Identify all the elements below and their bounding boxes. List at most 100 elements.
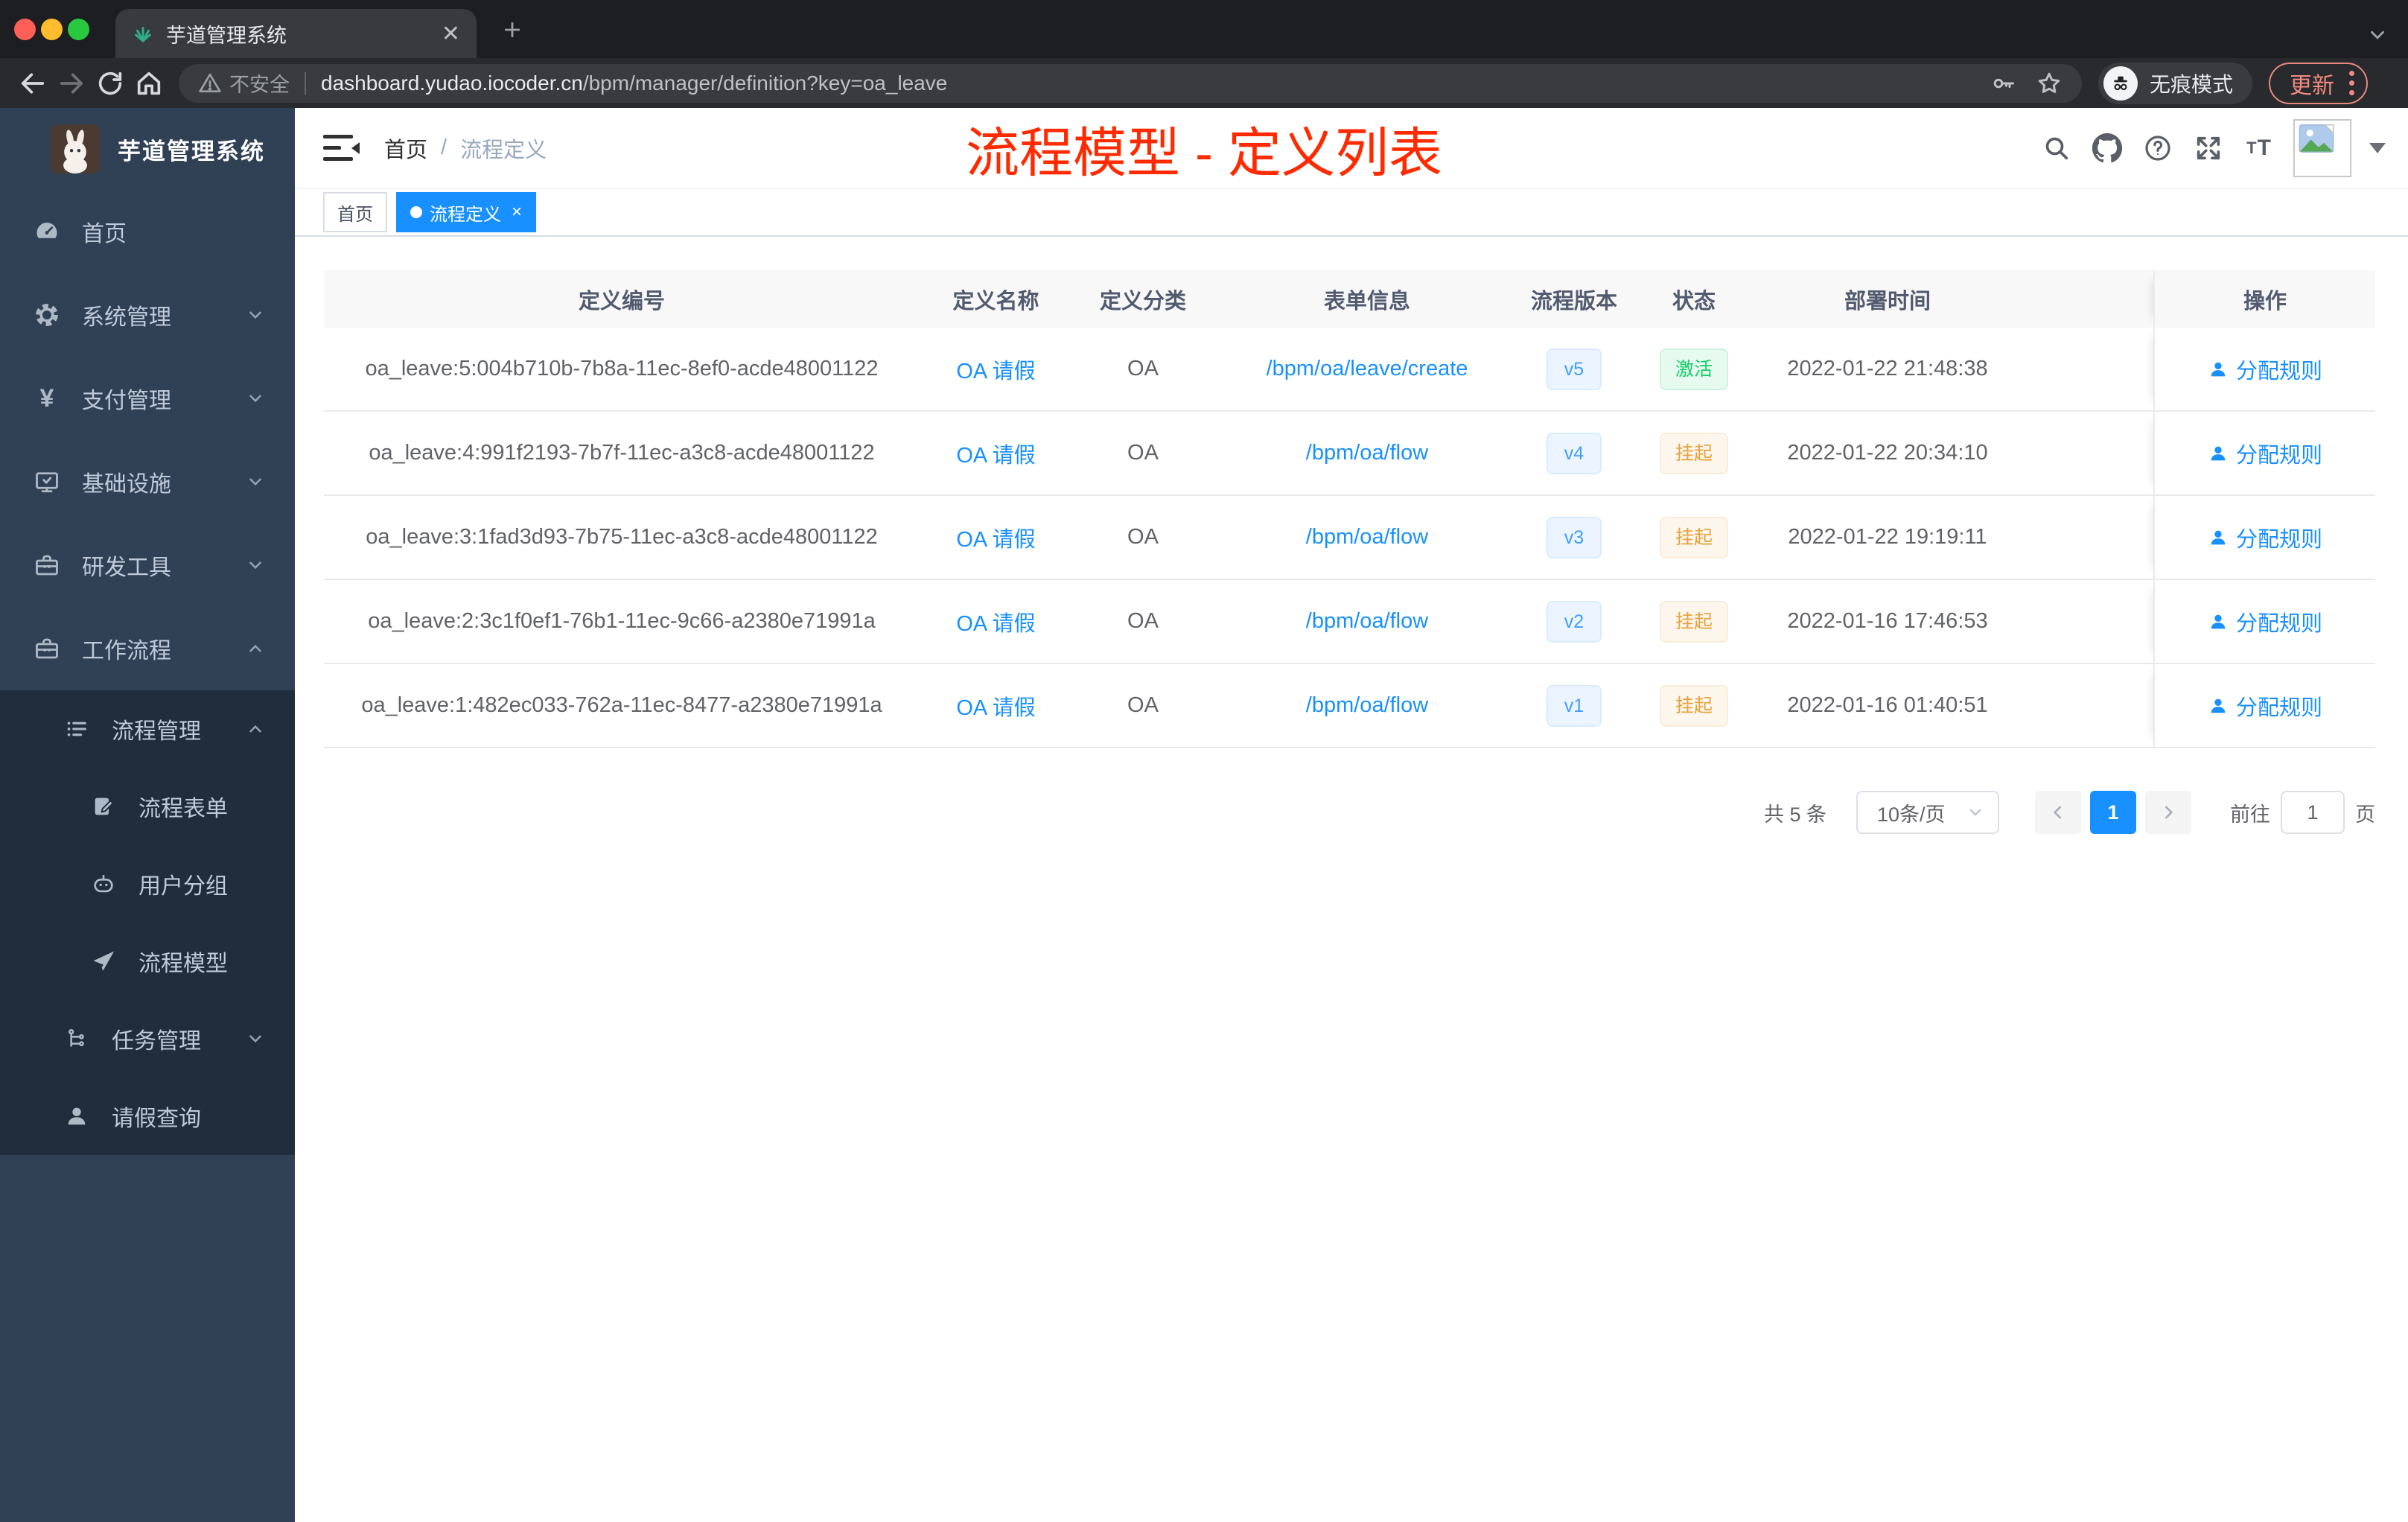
definition-name-link[interactable]: OA 请假 <box>956 444 1035 468</box>
reload-icon[interactable] <box>91 64 130 103</box>
pagination-total: 共 5 条 <box>1763 803 1826 826</box>
window-minimize-light[interactable] <box>41 19 63 40</box>
sidebar-item-process-management[interactable]: 流程管理 <box>0 690 295 768</box>
breadcrumb-separator: / <box>441 136 447 159</box>
gear-icon <box>33 302 61 328</box>
browser-menu-icon[interactable] <box>2349 71 2355 95</box>
address-bar[interactable]: 不安全 dashboard.yudao.iocoder.cn/bpm/manag… <box>179 63 2082 103</box>
sidebar-item-leave-query[interactable]: 请假查询 <box>0 1077 295 1155</box>
column-header: 定义编号 <box>578 289 665 313</box>
chevron-up-icon <box>246 639 265 658</box>
sidebar-item-process-form[interactable]: 流程表单 <box>0 768 295 845</box>
breadcrumb-current: 流程定义 <box>460 138 547 162</box>
security-label: 不安全 <box>229 74 290 96</box>
assign-rule-link[interactable]: 分配规则 <box>2208 438 2322 469</box>
github-icon[interactable] <box>2091 132 2124 165</box>
definition-category: OA <box>1127 441 1159 465</box>
definition-id: oa_leave:5:004b710b-7b8a-11ec-8ef0-acde4… <box>365 357 879 380</box>
assign-rule-link[interactable]: 分配规则 <box>2208 522 2322 553</box>
form-link[interactable]: /bpm/oa/flow <box>1306 609 1428 633</box>
tag-close-icon[interactable]: × <box>512 202 522 223</box>
password-key-icon[interactable] <box>1990 70 2016 97</box>
definition-id: oa_leave:3:1fad3d93-7b75-11ec-a3c8-acde4… <box>366 525 878 549</box>
breadcrumb-home[interactable]: 首页 <box>384 133 427 164</box>
page-size-select[interactable]: 10条/页 <box>1856 791 1999 834</box>
goto-page-input[interactable] <box>2281 791 2345 834</box>
deploy-time: 2022-01-16 17:46:53 <box>1787 609 1988 633</box>
fullscreen-icon[interactable] <box>2192 132 2225 165</box>
window-close-light[interactable] <box>14 19 36 40</box>
toolbox-icon <box>33 552 61 579</box>
home-icon[interactable] <box>130 64 168 103</box>
form-link[interactable]: /bpm/oa/flow <box>1306 525 1428 549</box>
sidebar-item-label: 流程模型 <box>138 952 228 976</box>
update-label: 更新 <box>2290 73 2335 98</box>
forward-icon[interactable] <box>52 64 91 103</box>
window-zoom-light[interactable] <box>68 19 89 40</box>
assign-rule-link[interactable]: 分配规则 <box>2208 690 2322 722</box>
sidebar-item-task-management[interactable]: 任务管理 <box>0 1000 295 1077</box>
user-icon <box>63 1104 91 1129</box>
tab-close-icon[interactable]: ✕ <box>442 21 460 47</box>
next-page-button[interactable] <box>2145 791 2191 834</box>
status-badge: 挂起 <box>1659 432 1728 474</box>
table-row: oa_leave:2:3c1f0ef1-76b1-11ec-9c66-a2380… <box>324 580 2375 664</box>
avatar[interactable] <box>2293 118 2351 177</box>
sidebar-item-label: 流程管理 <box>112 719 201 744</box>
sidebar-item-label: 流程表单 <box>138 797 228 821</box>
security-warning-icon[interactable] <box>198 71 222 95</box>
chevron-down-icon <box>246 1029 265 1048</box>
definition-name-link[interactable]: OA 请假 <box>956 696 1035 720</box>
form-link[interactable]: /bpm/oa/flow <box>1306 693 1428 717</box>
incognito-label: 无痕模式 <box>2150 72 2234 96</box>
version-tag: v3 <box>1547 516 1602 558</box>
sidebar-item-home[interactable]: 首页 <box>0 190 295 273</box>
assign-rule-link[interactable]: 分配规则 <box>2208 606 2322 637</box>
search-icon[interactable] <box>2040 132 2073 165</box>
sidebar-item-system[interactable]: 系统管理 <box>0 273 295 357</box>
sidebar-item-devtools[interactable]: 研发工具 <box>0 523 295 607</box>
help-icon[interactable] <box>2141 132 2174 165</box>
avatar-dropdown-caret-icon[interactable] <box>2369 143 2386 162</box>
definition-name-link[interactable]: OA 请假 <box>956 528 1035 552</box>
definition-name-link[interactable]: OA 请假 <box>956 360 1035 383</box>
monitor-icon <box>33 468 61 495</box>
sidebar-item-payment[interactable]: ¥ 支付管理 <box>0 357 295 440</box>
page-number-current[interactable]: 1 <box>2090 791 2136 834</box>
prev-page-button[interactable] <box>2035 791 2081 834</box>
form-link[interactable]: /bpm/oa/leave/create <box>1267 357 1468 380</box>
sidebar-item-infrastructure[interactable]: 基础设施 <box>0 440 295 523</box>
sidebar-item-workflow[interactable]: 工作流程 <box>0 607 295 690</box>
tag-home[interactable]: 首页 <box>323 192 387 232</box>
sidebar-item-user-group[interactable]: 用户分组 <box>0 845 295 923</box>
top-navbar: 首页 / 流程定义 流程模型 - 定义列表 TT <box>295 108 2408 188</box>
app-title: 芋道管理系统 <box>118 138 265 165</box>
column-header: 定义分类 <box>1099 289 1186 313</box>
address-divider <box>305 71 306 95</box>
form-link[interactable]: /bpm/oa/flow <box>1306 441 1428 465</box>
version-tag: v2 <box>1547 600 1602 643</box>
macos-traffic-lights[interactable] <box>14 19 89 40</box>
definition-category: OA <box>1127 693 1159 717</box>
tab-search-caret-icon[interactable] <box>2366 24 2389 46</box>
user-icon <box>2211 362 2226 376</box>
tag-label: 首页 <box>337 204 373 225</box>
user-icon <box>2211 614 2226 628</box>
font-size-icon[interactable]: TT <box>2243 132 2275 165</box>
yen-icon: ¥ <box>39 383 54 413</box>
browser-update-button[interactable]: 更新 <box>2269 62 2369 104</box>
new-tab-button[interactable] <box>497 15 527 45</box>
sidebar-submenu-workflow: 流程管理 流程表单 用户分组 流程模型 任务管理 请假查询 <box>0 690 295 1155</box>
definition-name-link[interactable]: OA 请假 <box>956 612 1035 636</box>
status-badge: 挂起 <box>1659 600 1728 643</box>
back-icon[interactable] <box>13 64 52 103</box>
sidebar-item-process-model[interactable]: 流程模型 <box>0 923 295 1000</box>
status-badge: 挂起 <box>1659 516 1728 558</box>
chevron-down-icon <box>246 389 265 408</box>
bookmark-star-icon[interactable] <box>2036 70 2063 97</box>
browser-tab[interactable]: 芋道管理系统 ✕ <box>115 9 477 58</box>
tag-process-definition[interactable]: 流程定义 × <box>396 192 537 232</box>
column-header: 表单信息 <box>1323 289 1410 313</box>
assign-rule-link[interactable]: 分配规则 <box>2208 354 2322 385</box>
sidebar-toggle-icon[interactable] <box>323 133 360 163</box>
